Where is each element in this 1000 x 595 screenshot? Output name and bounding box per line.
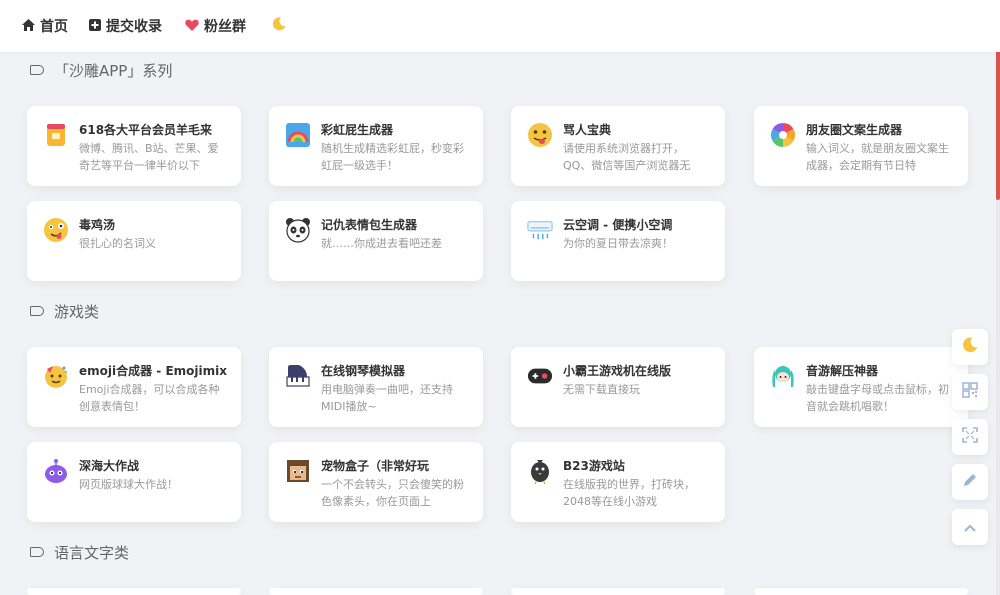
card-description: 随机生成精选彩虹屁，秒变彩虹屁一级选手！ xyxy=(321,142,464,172)
nav-fans-group[interactable]: 粉丝群 xyxy=(185,16,246,36)
card-description: 一个不会转头，只会傻笑的粉色像素头，你在页面上 xyxy=(321,478,464,508)
edit-button[interactable] xyxy=(952,464,988,500)
card-description: 用电脑弹奏一曲吧，还支持MIDI播放~ xyxy=(321,383,453,413)
top-nav-bar: 首页 提交收录 粉丝群 xyxy=(0,0,1000,52)
card-title: 音游解压神器 xyxy=(806,364,879,378)
piano-icon xyxy=(285,363,311,389)
miku-icon xyxy=(770,363,796,389)
chevron-up-icon xyxy=(963,518,977,537)
party-emoji-icon xyxy=(43,363,69,389)
nav-submit-label: 提交收录 xyxy=(106,19,162,35)
gamepad-icon xyxy=(527,363,553,389)
card-title: emoji合成器 - Emojimix xyxy=(79,364,227,378)
aperture-icon xyxy=(770,122,796,148)
card-moments-copy-generator[interactable]: 朋友圈文案生成器 输入词义，就是朋友圈文案生成器，会定期有节日特 xyxy=(754,106,968,186)
card-partial[interactable] xyxy=(511,588,725,595)
card-online-piano[interactable]: 在线钢琴模拟器 用电脑弹奏一曲吧，还支持MIDI播放~ xyxy=(269,347,483,427)
card-curse-dictionary[interactable]: 骂人宝典 请使用系统浏览器打开，QQ、微信等国产浏览器无 xyxy=(511,106,725,186)
card-pet-box[interactable]: 宠物盒子（非常好玩 一个不会转头，只会傻笑的粉色像素头，你在页面上 xyxy=(269,442,483,522)
card-description: Emoji合成器，可以合成各种创意表情包！ xyxy=(79,383,220,413)
dark-mode-button[interactable] xyxy=(952,329,988,365)
card-description: 在线版我的世界，打砖块，2048等在线小游戏 xyxy=(563,478,695,508)
pencil-icon xyxy=(962,472,978,492)
card-description: 很扎心的名词义 xyxy=(79,237,156,250)
card-title: B23游戏站 xyxy=(563,459,625,473)
section-label: 游戏类 xyxy=(54,302,100,321)
section-title-games: 游戏类 xyxy=(30,301,99,321)
section-label: 「沙雕APP」系列 xyxy=(54,61,173,80)
section-label: 语言文字类 xyxy=(54,543,130,562)
card-rhythm-game[interactable]: 音游解压神器 敲击键盘字母或点击鼠标，初音就会跳机唱歌！ xyxy=(754,347,968,427)
tag-icon xyxy=(30,547,44,557)
card-deep-sea-battle[interactable]: 深海大作战 网页版球球大作战！ xyxy=(27,442,241,522)
nav-submit[interactable]: 提交收录 xyxy=(89,16,162,36)
expand-icon xyxy=(962,427,978,447)
rainbow-icon xyxy=(285,122,311,148)
card-emojimix[interactable]: emoji合成器 - Emojimix Emoji合成器，可以合成各种创意表情包… xyxy=(27,347,241,427)
card-618-membership[interactable]: 618各大平台会员羊毛来 微博、腾讯、B站、芒果、爱奇艺等平台一律半价以下 xyxy=(27,106,241,186)
plus-square-icon xyxy=(89,18,101,34)
card-partial[interactable] xyxy=(754,588,968,595)
moon-icon xyxy=(271,16,287,35)
panda-icon xyxy=(285,217,311,243)
card-cloud-air-conditioner[interactable]: 云空调 - 便携小空调 为你的夏日带去凉爽！ xyxy=(511,201,725,281)
card-description: 为你的夏日带去凉爽！ xyxy=(563,237,673,250)
card-partial[interactable] xyxy=(27,588,241,595)
card-grudge-meme-generator[interactable]: 记仇表情包生成器 就……你成进去看吧还差 xyxy=(269,201,483,281)
theme-toggle[interactable] xyxy=(271,15,292,35)
card-title: 小霸王游戏机在线版 xyxy=(563,364,672,378)
nav-home-label: 首页 xyxy=(40,19,68,35)
bird-icon xyxy=(527,458,553,484)
card-partial[interactable] xyxy=(269,588,483,595)
tag-icon xyxy=(30,65,44,75)
section-title-language: 语言文字类 xyxy=(30,542,129,562)
nav-fans-label: 粉丝群 xyxy=(204,19,246,35)
card-description: 输入词义，就是朋友圈文案生成器，会定期有节日特 xyxy=(806,142,949,172)
card-title: 骂人宝典 xyxy=(563,123,612,137)
card-title: 在线钢琴模拟器 xyxy=(321,364,406,378)
card-title: 宠物盒子（非常好玩 xyxy=(321,459,430,473)
crazy-face-icon xyxy=(43,217,69,243)
card-title: 朋友圈文案生成器 xyxy=(806,123,903,137)
fullscreen-button[interactable] xyxy=(952,419,988,455)
card-poison-soup[interactable]: 毒鸡汤 很扎心的名词义 xyxy=(27,201,241,281)
tongue-emoji-icon xyxy=(527,122,553,148)
card-description: 请使用系统浏览器打开，QQ、微信等国产浏览器无 xyxy=(563,142,691,172)
card-description: 就……你成进去看吧还差 xyxy=(321,237,442,250)
pixel-pet-icon xyxy=(285,458,311,484)
home-icon xyxy=(22,18,35,34)
card-b23-game-station[interactable]: B23游戏站 在线版我的世界，打砖块，2048等在线小游戏 xyxy=(511,442,725,522)
blob-monster-icon xyxy=(43,458,69,484)
heart-icon xyxy=(185,19,199,34)
card-title: 云空调 - 便携小空调 xyxy=(563,218,673,232)
card-subor-console-online[interactable]: 小霸王游戏机在线版 无需下载直接玩 xyxy=(511,347,725,427)
card-rainbow-fart[interactable]: 彩虹屁生成器 随机生成精选彩虹屁，秒变彩虹屁一级选手！ xyxy=(269,106,483,186)
card-description: 微博、腾讯、B站、芒果、爱奇艺等平台一律半价以下 xyxy=(79,142,219,172)
card-title: 彩虹屁生成器 xyxy=(321,123,394,137)
card-title: 毒鸡汤 xyxy=(79,218,116,232)
nav-home[interactable]: 首页 xyxy=(22,16,68,36)
card-title: 618各大平台会员羊毛来 xyxy=(79,123,213,137)
section-title-shadiao: 「沙雕APP」系列 xyxy=(30,60,172,80)
back-to-top-button[interactable] xyxy=(952,509,988,545)
qr-code-icon xyxy=(962,382,978,402)
card-description: 敲击键盘字母或点击鼠标，初音就会跳机唱歌！ xyxy=(806,383,949,413)
tag-icon xyxy=(30,306,44,316)
card-title: 记仇表情包生成器 xyxy=(321,218,418,232)
moon-icon xyxy=(961,336,979,358)
air-conditioner-icon xyxy=(527,217,553,243)
card-title: 深海大作战 xyxy=(79,459,140,473)
coin-cup-icon xyxy=(43,122,69,148)
card-description: 无需下载直接玩 xyxy=(563,383,640,396)
qr-code-button[interactable] xyxy=(952,374,988,410)
card-description: 网页版球球大作战！ xyxy=(79,478,178,491)
